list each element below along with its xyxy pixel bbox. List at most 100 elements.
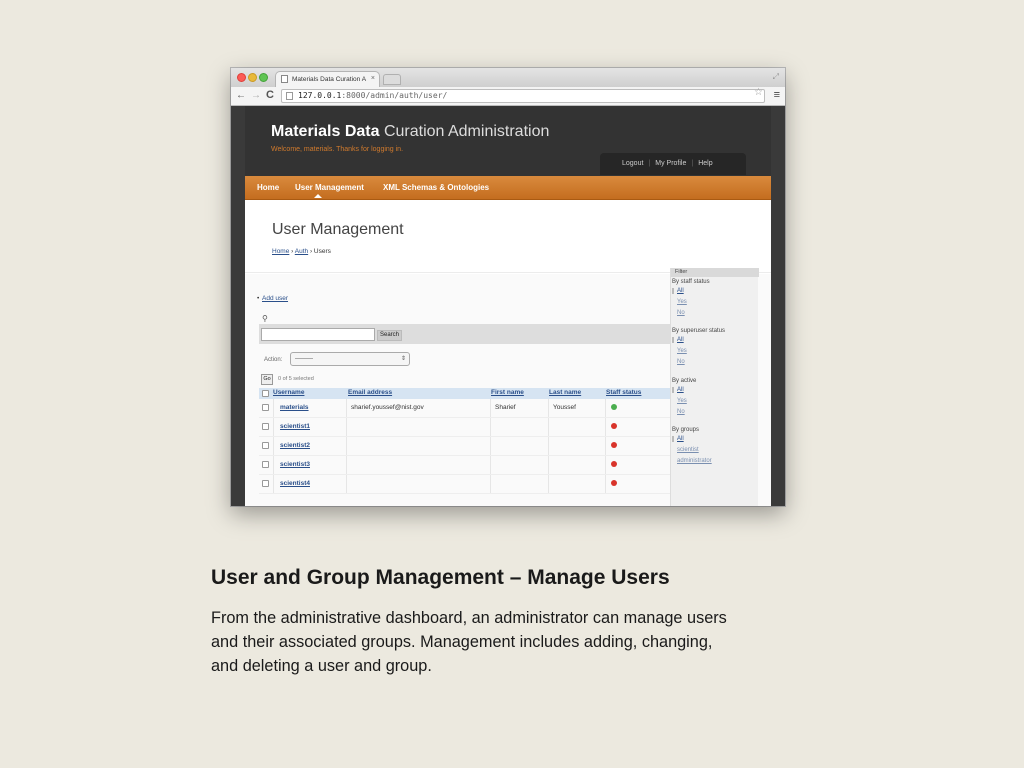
- site-title-rest: Curation Administration: [379, 123, 550, 140]
- filter-title: Filter: [671, 268, 759, 277]
- go-button[interactable]: Go: [261, 374, 273, 385]
- action-select-value: ---------: [295, 356, 313, 362]
- minimize-window-button[interactable]: [248, 73, 257, 82]
- tab-close-icon[interactable]: ×: [371, 75, 375, 82]
- row-checkbox[interactable]: [262, 480, 269, 487]
- content-body: • Add user ⚲ Search Action: --------- ⇕ …: [245, 268, 771, 506]
- browser-screenshot: Materials Data Curation A × ⤢ ← → C 127.…: [231, 68, 785, 506]
- slide-title: User and Group Management – Manage Users: [211, 566, 670, 589]
- table-row: scientist1: [259, 418, 670, 437]
- search-input[interactable]: [261, 328, 375, 341]
- breadcrumb-auth[interactable]: Auth: [295, 248, 308, 255]
- breadcrumb-home[interactable]: Home: [272, 248, 289, 255]
- page-icon: [281, 75, 288, 83]
- search-icon: ⚲: [262, 314, 268, 323]
- logout-link[interactable]: Logout: [622, 160, 643, 167]
- filter-active-no[interactable]: No: [677, 409, 685, 415]
- page-icon: [286, 92, 293, 100]
- address-bar[interactable]: 127.0.0.1:8000/admin/auth/user/: [281, 89, 765, 103]
- site-title-bold: Materials Data: [271, 123, 380, 140]
- username-link[interactable]: scientist2: [280, 442, 310, 449]
- username-link[interactable]: scientist1: [280, 423, 310, 430]
- staff-no-icon: [611, 480, 617, 486]
- filter-heading-active: By active: [672, 378, 697, 384]
- admin-page: Materials Data Curation Administration W…: [245, 106, 771, 506]
- column-last-name[interactable]: Last name: [549, 389, 581, 396]
- my-profile-link[interactable]: My Profile: [655, 160, 686, 167]
- action-label: Action:: [264, 357, 283, 363]
- new-tab-button[interactable]: [383, 74, 401, 85]
- table-row: materials sharief.youssef@nist.gov Shari…: [259, 399, 670, 418]
- username-link[interactable]: scientist4: [280, 480, 310, 487]
- action-select[interactable]: --------- ⇕: [290, 352, 410, 366]
- fullscreen-icon[interactable]: ⤢: [773, 72, 779, 82]
- staff-no-icon: [611, 442, 617, 448]
- search-button[interactable]: Search: [377, 330, 403, 341]
- column-username[interactable]: Username: [273, 389, 304, 396]
- menu-icon[interactable]: ≡: [774, 89, 780, 101]
- last-name-cell: Youssef: [553, 404, 576, 411]
- url-host: 127.0.0.1: [298, 91, 342, 100]
- main-nav: Home User Management XML Schemas & Ontol…: [245, 176, 771, 200]
- table-row: scientist4: [259, 475, 670, 494]
- filter-heading-groups: By groups: [672, 427, 700, 433]
- filter-staff-no[interactable]: No: [677, 310, 685, 316]
- filter-groups-all[interactable]: All: [672, 436, 684, 442]
- filter-group-administrator[interactable]: administrator: [677, 458, 712, 464]
- filter-superuser-no[interactable]: No: [677, 359, 685, 365]
- filter-staff-all[interactable]: All: [672, 288, 684, 294]
- selected-count: 0 of 5 selected: [278, 376, 314, 382]
- url-path: :8000/admin/auth/user/: [341, 91, 448, 100]
- nav-home[interactable]: Home: [257, 183, 279, 192]
- select-all-checkbox[interactable]: [262, 390, 269, 397]
- filter-heading-staff: By staff status: [672, 279, 710, 285]
- browser-tab[interactable]: Materials Data Curation A ×: [275, 71, 380, 87]
- filter-group-scientist[interactable]: scientist: [677, 447, 699, 453]
- reload-icon[interactable]: C: [266, 89, 274, 101]
- select-arrows-icon: ⇕: [400, 356, 406, 362]
- welcome-message: Welcome, materials. Thanks for logging i…: [271, 146, 404, 153]
- nav-user-management[interactable]: User Management: [295, 183, 364, 192]
- breadcrumb-current: Users: [313, 248, 331, 255]
- filter-superuser-all[interactable]: All: [672, 337, 684, 343]
- browser-tab-bar: Materials Data Curation A × ⤢: [231, 68, 785, 87]
- active-nav-caret: [314, 194, 322, 198]
- column-email[interactable]: Email address: [348, 389, 392, 396]
- column-first-name[interactable]: First name: [491, 389, 524, 396]
- zoom-window-button[interactable]: [259, 73, 268, 82]
- back-arrow-icon[interactable]: ←: [236, 90, 246, 101]
- filter-active-yes[interactable]: Yes: [677, 398, 687, 404]
- username-link[interactable]: scientist3: [280, 461, 310, 468]
- column-staff-status[interactable]: Staff status: [606, 389, 641, 396]
- table-row: scientist2: [259, 437, 670, 456]
- browser-toolbar: ← → C 127.0.0.1:8000/admin/auth/user/ ☆ …: [231, 87, 785, 106]
- row-checkbox[interactable]: [262, 404, 269, 411]
- admin-header: Materials Data Curation Administration W…: [245, 106, 771, 176]
- nav-xml-schemas[interactable]: XML Schemas & Ontologies: [383, 183, 489, 192]
- filter-staff-yes[interactable]: Yes: [677, 299, 687, 305]
- table-row: scientist3: [259, 456, 670, 475]
- email-cell: sharief.youssef@nist.gov: [351, 404, 424, 411]
- list-bullet: •: [257, 295, 260, 302]
- help-link[interactable]: Help: [698, 160, 712, 167]
- user-tools: Logout | My Profile | Help: [600, 153, 746, 175]
- staff-no-icon: [611, 423, 617, 429]
- add-user-link[interactable]: Add user: [262, 295, 288, 302]
- bookmark-star-icon[interactable]: ☆: [754, 87, 763, 98]
- slide-body-line: From the administrative dashboard, an ad…: [211, 609, 727, 627]
- close-window-button[interactable]: [237, 73, 246, 82]
- forward-arrow-icon[interactable]: →: [251, 90, 261, 101]
- filter-superuser-yes[interactable]: Yes: [677, 348, 687, 354]
- staff-no-icon: [611, 461, 617, 467]
- row-checkbox[interactable]: [262, 442, 269, 449]
- filter-active-all[interactable]: All: [672, 387, 684, 393]
- username-link[interactable]: materials: [280, 404, 309, 411]
- table-header: Username Email address First name Last n…: [259, 388, 670, 399]
- slide-body-line: and deleting a user and group.: [211, 657, 432, 675]
- row-checkbox[interactable]: [262, 423, 269, 430]
- filter-heading-superuser: By superuser status: [672, 328, 726, 334]
- page-title: User Management: [272, 221, 404, 238]
- row-checkbox[interactable]: [262, 461, 269, 468]
- staff-yes-icon: [611, 404, 617, 410]
- slide-body-line: and their associated groups. Management …: [211, 633, 713, 651]
